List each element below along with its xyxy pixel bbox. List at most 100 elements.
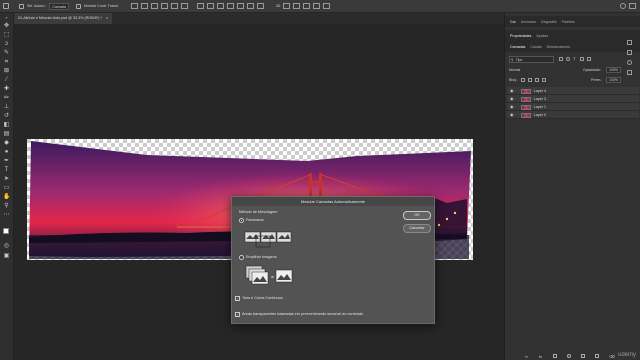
link-layers-icon[interactable]: ∞ xyxy=(525,354,528,359)
lasso-tool-icon[interactable]: ↄ xyxy=(3,41,10,47)
crop-tool-icon[interactable]: ⌗ xyxy=(3,59,10,65)
cancel-button[interactable]: Cancelar xyxy=(403,224,431,233)
scale-3d-icon[interactable] xyxy=(323,3,331,9)
lock-pixels-icon[interactable] xyxy=(521,78,525,82)
auto-align-icon[interactable] xyxy=(256,3,264,9)
tab-amostras[interactable]: Amostras xyxy=(521,20,536,24)
eye-icon[interactable]: ◉ xyxy=(510,113,514,117)
blend-mode-dropdown[interactable]: Normal xyxy=(509,67,567,74)
content-aware-fill-checkbox[interactable]: ✓ xyxy=(235,312,240,317)
document-tab[interactable]: 01-Alinhar e Mesclar Auto.psd @ 33,3% (R… xyxy=(14,13,113,24)
lock-all-icon[interactable] xyxy=(542,78,546,82)
tab-canais[interactable]: Canais xyxy=(530,45,541,49)
tab-camadas[interactable]: Camadas xyxy=(510,45,525,49)
zoom-tool-icon[interactable]: ⚲ xyxy=(3,203,10,209)
quick-mask-icon[interactable]: ◎ xyxy=(3,243,10,249)
tab-degrades[interactable]: Degradês xyxy=(541,20,557,24)
opacity-field[interactable]: 100% xyxy=(606,67,621,73)
layer-style-icon[interactable]: fx xyxy=(539,354,542,359)
tab-cor[interactable]: Cor xyxy=(510,20,516,24)
path-selection-tool-icon[interactable]: ➤ xyxy=(3,176,10,182)
align-middle-icon[interactable] xyxy=(170,3,178,9)
collapse-arrows-icon[interactable]: » xyxy=(3,15,10,21)
quick-select-tool-icon[interactable]: ✎ xyxy=(3,50,10,56)
pixel-filter-icon[interactable] xyxy=(559,57,563,61)
blur-tool-icon[interactable]: ◆ xyxy=(3,140,10,146)
pan-3d-icon[interactable] xyxy=(303,3,311,9)
workspace-icon[interactable] xyxy=(629,3,636,9)
close-icon[interactable]: × xyxy=(106,16,108,20)
distribute-right-icon[interactable] xyxy=(246,3,254,9)
distribute-top-icon[interactable] xyxy=(196,3,204,9)
slide-3d-icon[interactable] xyxy=(313,3,321,9)
show-transform-checkbox[interactable] xyxy=(75,3,81,9)
fill-field[interactable]: 100% xyxy=(606,77,621,83)
type-tool-icon[interactable]: T xyxy=(3,167,10,173)
layer-row[interactable]: ◉ Layer 0 xyxy=(507,111,639,119)
character-panel-icon[interactable] xyxy=(627,60,632,65)
layer-mask-icon[interactable] xyxy=(553,354,557,358)
adjustment-layer-icon[interactable] xyxy=(567,354,571,358)
clone-stamp-tool-icon[interactable]: ⊥ xyxy=(3,104,10,110)
new-layer-icon[interactable] xyxy=(595,354,599,358)
panorama-radio[interactable] xyxy=(239,218,244,223)
tab-ajustes[interactable]: Ajustes xyxy=(536,34,548,38)
foreground-color-swatch[interactable] xyxy=(3,228,9,234)
move-tool-icon[interactable]: ✥ xyxy=(3,23,10,29)
align-top-icon[interactable] xyxy=(160,3,168,9)
orbit-3d-icon[interactable] xyxy=(283,3,291,9)
new-group-icon[interactable] xyxy=(581,354,585,358)
auto-select-checkbox[interactable] xyxy=(19,3,24,9)
search-icon[interactable] xyxy=(620,3,626,9)
layer-row[interactable]: ◉ Layer 4 xyxy=(507,87,639,95)
screen-mode-icon[interactable]: ▣ xyxy=(3,253,10,259)
eraser-tool-icon[interactable]: ◧ xyxy=(3,122,10,128)
seamless-tones-checkbox[interactable]: ✓ xyxy=(235,296,240,301)
tab-propriedades[interactable]: Propriedades xyxy=(510,34,531,38)
layer-filter-dropdown[interactable]: ⚲ Tipo xyxy=(509,56,554,63)
eye-icon[interactable]: ◉ xyxy=(510,97,514,101)
distribute-left-icon[interactable] xyxy=(226,3,234,9)
type-filter-icon[interactable]: T xyxy=(573,56,575,61)
tab-demarcadores[interactable]: Demarcadores xyxy=(547,45,571,49)
mode-3d-icon[interactable]: 3D xyxy=(276,4,281,8)
dodge-tool-icon[interactable]: ● xyxy=(3,149,10,155)
stack-images-radio[interactable] xyxy=(239,255,244,260)
layer-row[interactable]: ◉ Layer 3 xyxy=(507,95,639,103)
smart-object-filter-icon[interactable] xyxy=(587,57,591,61)
shape-filter-icon[interactable] xyxy=(580,57,584,61)
roll-3d-icon[interactable] xyxy=(293,3,301,9)
healing-brush-tool-icon[interactable]: ✚ xyxy=(3,86,10,92)
layer-row[interactable]: ◉ Layer 1 xyxy=(507,103,639,111)
history-brush-tool-icon[interactable]: ↺ xyxy=(3,113,10,119)
actions-panel-icon[interactable] xyxy=(627,50,632,55)
distribute-middle-icon[interactable] xyxy=(206,3,214,9)
distribute-bottom-icon[interactable] xyxy=(216,3,224,9)
ok-button[interactable]: OK xyxy=(403,211,431,220)
align-left-icon[interactable] xyxy=(130,3,138,9)
history-panel-icon[interactable] xyxy=(627,40,632,45)
eye-icon[interactable]: ◉ xyxy=(510,89,514,93)
lock-position-icon[interactable] xyxy=(528,78,532,82)
pen-tool-icon[interactable]: ✒ xyxy=(3,158,10,164)
align-bottom-icon[interactable] xyxy=(180,3,188,9)
auto-select-dropdown[interactable]: Camada xyxy=(49,2,69,10)
lock-artboard-icon[interactable] xyxy=(535,78,539,82)
rectangle-tool-icon[interactable]: ▭ xyxy=(3,185,10,191)
paragraph-panel-icon[interactable] xyxy=(627,70,632,75)
tab-padroes[interactable]: Padrões xyxy=(562,20,575,24)
align-right-icon[interactable] xyxy=(150,3,158,9)
chevron-down-icon[interactable] xyxy=(12,3,16,9)
move-tool-icon[interactable] xyxy=(3,3,9,9)
align-center-icon[interactable] xyxy=(140,3,148,9)
gradient-tool-icon[interactable]: ▤ xyxy=(3,131,10,137)
distribute-center-icon[interactable] xyxy=(236,3,244,9)
hand-tool-icon[interactable]: ✋ xyxy=(3,194,10,200)
more-tools-icon[interactable]: ⋯ xyxy=(3,212,10,218)
eyedropper-tool-icon[interactable]: ⁄ xyxy=(3,77,10,83)
frame-tool-icon[interactable]: ⊠ xyxy=(3,68,10,74)
adjustment-filter-icon[interactable] xyxy=(566,57,570,61)
trash-icon[interactable]: ⌫ xyxy=(609,354,615,359)
marquee-tool-icon[interactable]: ⬚ xyxy=(3,32,10,38)
eye-icon[interactable]: ◉ xyxy=(510,105,514,109)
